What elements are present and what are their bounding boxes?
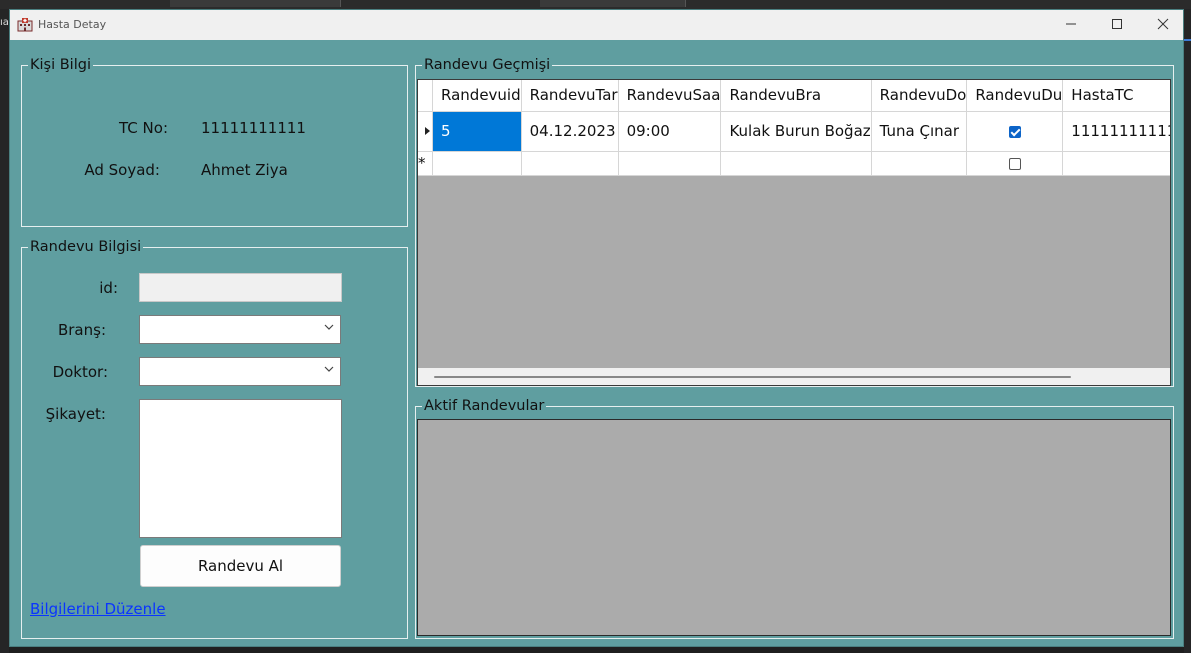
- randevu-bilgisi-legend: Randevu Bilgisi: [30, 239, 142, 255]
- aktif-randevular-legend: Aktif Randevular: [424, 398, 545, 414]
- cell-new-durum[interactable]: [966, 151, 1064, 176]
- doktor-combobox[interactable]: [139, 357, 341, 386]
- cell-new[interactable]: [521, 151, 619, 176]
- column-header-randevubrans[interactable]: RandevuBra: [720, 80, 872, 112]
- horizontal-scrollbar[interactable]: [418, 368, 1170, 385]
- cell-new[interactable]: [618, 151, 722, 176]
- chevron-down-icon: [324, 366, 334, 372]
- background-window-left: ıaz: [0, 9, 14, 653]
- cell-randevuid[interactable]: 5: [432, 111, 522, 152]
- column-header-randevuid[interactable]: Randevuid: [432, 80, 522, 112]
- cell-hastatc[interactable]: 11111111111: [1062, 111, 1170, 152]
- randevu-gecmisi-table: Randevuid RandevuTar RandevuSaa RandevuB…: [418, 80, 1170, 176]
- cell-new[interactable]: [1062, 151, 1170, 176]
- tc-label: TC No:: [119, 119, 168, 137]
- cell-randevutarih[interactable]: 04.12.2023: [521, 111, 619, 152]
- new-row-marker: *: [418, 151, 433, 176]
- cell-new[interactable]: [871, 151, 968, 176]
- background-window-right: [1184, 9, 1191, 653]
- title-bar[interactable]: Hasta Detay: [10, 10, 1183, 40]
- row-header-current[interactable]: [418, 111, 433, 152]
- brans-label: Branş:: [57, 321, 106, 339]
- background-segment: [540, 0, 686, 7]
- close-icon: [1157, 18, 1169, 30]
- column-header-randevutarih[interactable]: RandevuTar: [521, 80, 619, 112]
- durum-checkbox-unchecked[interactable]: [1008, 157, 1021, 170]
- ad-soyad-label: Ad Soyad:: [84, 161, 160, 179]
- aktif-randevular-grid[interactable]: [417, 419, 1171, 636]
- column-header-randevudurum[interactable]: RandevuDu: [966, 80, 1064, 112]
- cell-randevubrans[interactable]: Kulak Burun Boğaz: [720, 111, 872, 152]
- ad-soyad-value: Ahmet Ziya: [201, 161, 288, 179]
- background-taskbar-strip: [0, 0, 1191, 9]
- table-row-new[interactable]: *: [418, 151, 1170, 176]
- maximize-button[interactable]: [1094, 10, 1140, 40]
- kisi-bilgi-legend: Kişi Bilgi: [30, 57, 91, 73]
- sikayet-textarea[interactable]: [139, 399, 342, 538]
- background-segment: [170, 0, 341, 7]
- cell-randevudoktor[interactable]: Tuna Çınar: [871, 111, 968, 152]
- column-header-randevusaat[interactable]: RandevuSaa: [618, 80, 722, 112]
- sikayet-label: Şikayet:: [45, 405, 106, 423]
- randevu-al-button[interactable]: Randevu Al: [140, 545, 341, 587]
- minimize-icon: [1066, 23, 1076, 25]
- scrollbar-thumb[interactable]: [434, 376, 1071, 378]
- id-field[interactable]: [139, 273, 342, 302]
- close-button[interactable]: [1140, 10, 1183, 40]
- maximize-icon: [1112, 19, 1122, 29]
- column-header-randevudoktor[interactable]: RandevuDo: [871, 80, 968, 112]
- id-label: id:: [99, 279, 118, 297]
- kisi-bilgi-group: Kişi Bilgi: [21, 57, 408, 227]
- cell-new[interactable]: [432, 151, 522, 176]
- randevu-gecmisi-legend: Randevu Geçmişi: [424, 57, 551, 73]
- durum-checkbox-checked[interactable]: [1008, 125, 1021, 138]
- window-title: Hasta Detay: [38, 18, 107, 31]
- cell-randevudurum[interactable]: [966, 111, 1064, 152]
- doktor-label: Doktor:: [52, 363, 108, 381]
- cell-new[interactable]: [720, 151, 872, 176]
- minimize-button[interactable]: [1048, 10, 1094, 40]
- hospital-icon: [17, 18, 33, 32]
- randevu-gecmisi-grid[interactable]: Randevuid RandevuTar RandevuSaa RandevuB…: [417, 79, 1171, 386]
- column-header-hastatc[interactable]: HastaTC: [1062, 80, 1170, 112]
- cell-randevusaat[interactable]: 09:00: [618, 111, 722, 152]
- chevron-down-icon: [324, 324, 334, 330]
- bilgilerini-duzenle-link[interactable]: Bilgilerini Düzenle: [30, 600, 166, 618]
- brans-combobox[interactable]: [139, 315, 341, 344]
- table-row[interactable]: 5 04.12.2023 09:00 Kulak Burun Boğaz Tun…: [418, 111, 1170, 152]
- row-header-corner: [418, 80, 433, 112]
- hasta-detay-window: Hasta Detay Kişi Bilgi TC No: 1111111111…: [9, 9, 1184, 647]
- current-row-arrow-icon: [425, 127, 430, 135]
- tc-value: 11111111111: [201, 119, 306, 137]
